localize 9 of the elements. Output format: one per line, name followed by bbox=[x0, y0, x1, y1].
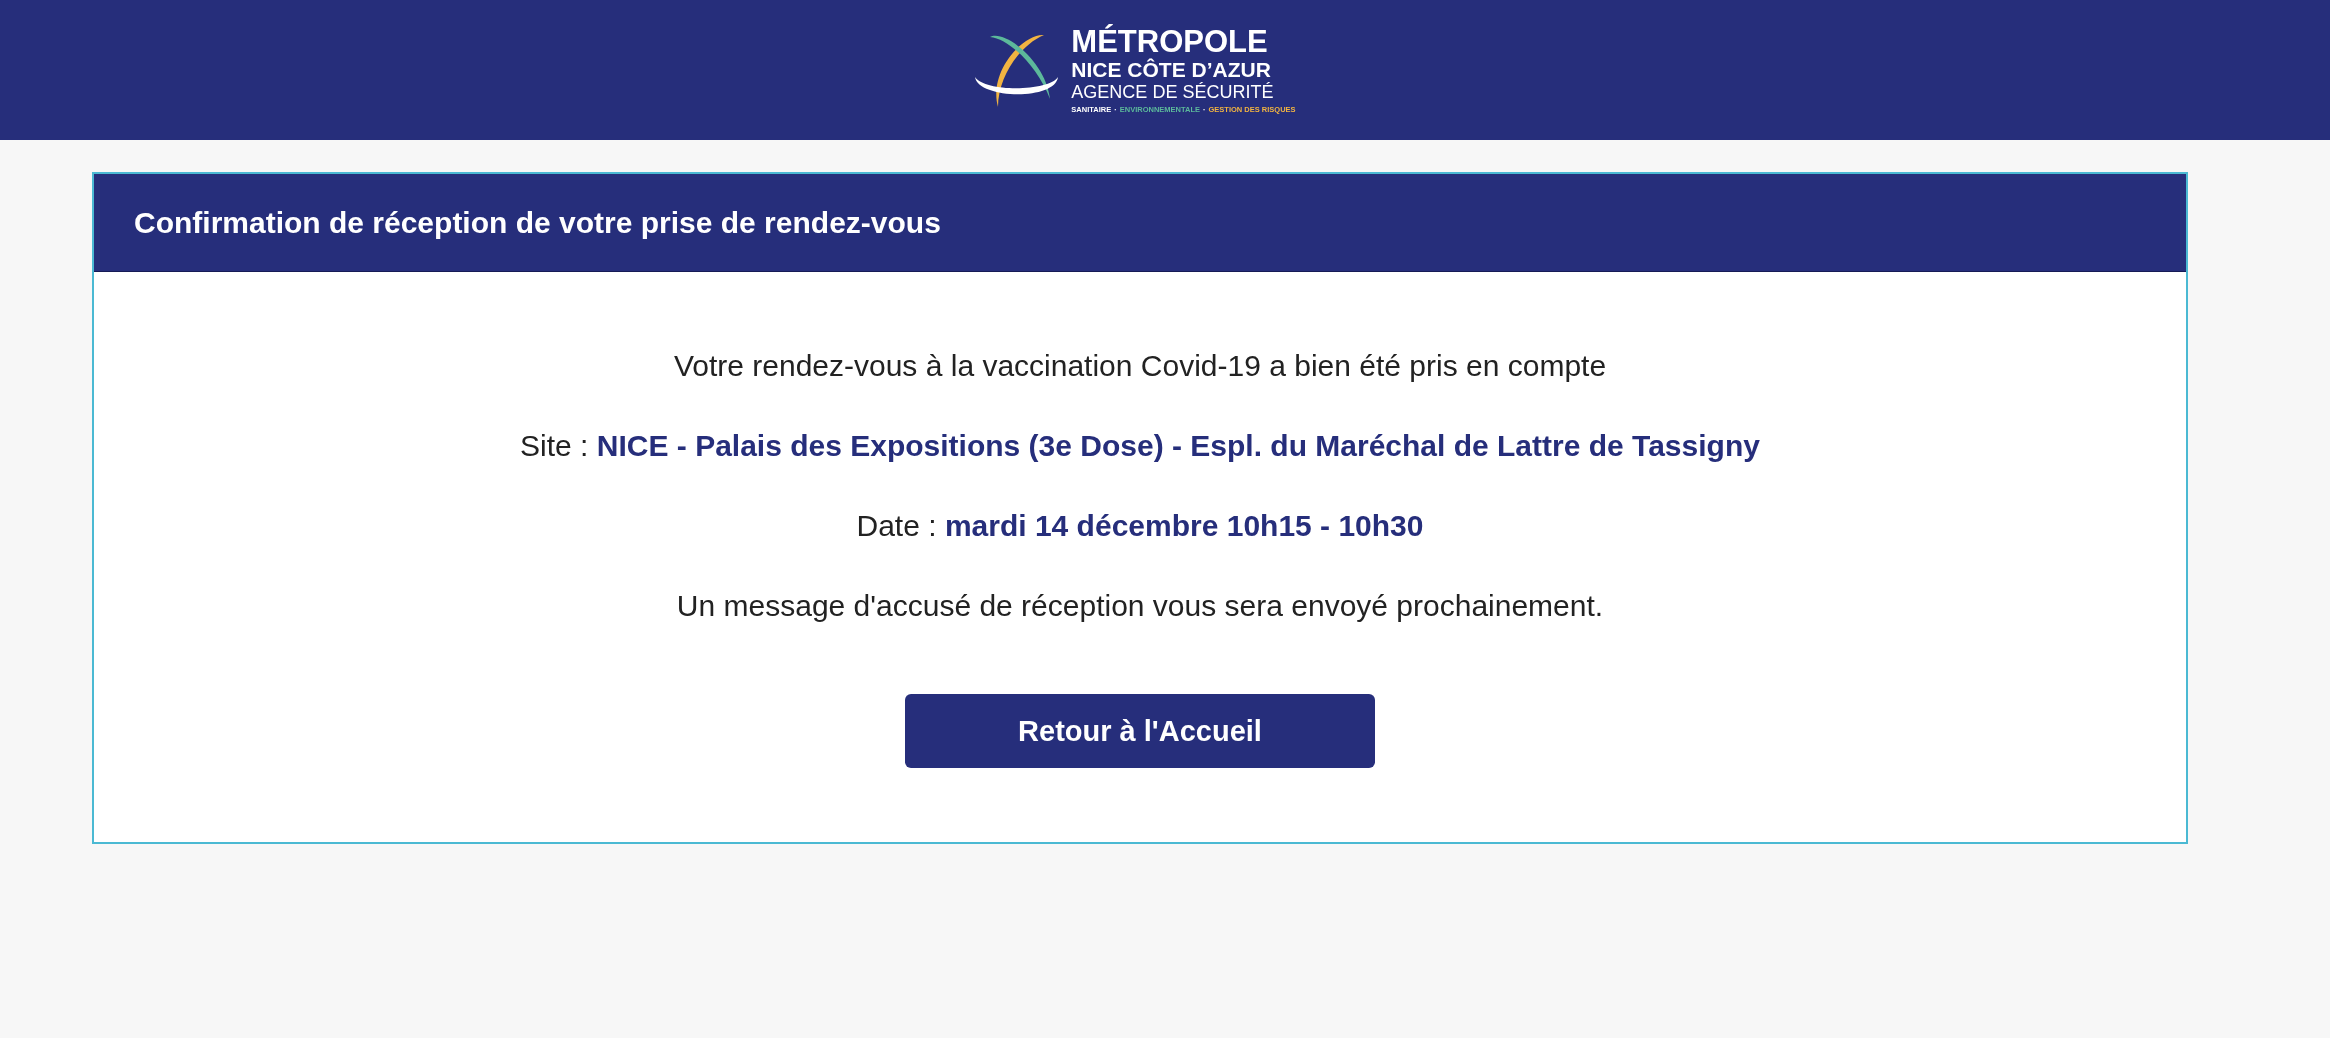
logo-subtitle: NICE CÔTE D’AZUR bbox=[1071, 58, 1271, 81]
logo-title: MÉTROPOLE bbox=[1071, 26, 1268, 58]
logo-agency-name: AGENCE DE SÉCURITÉ bbox=[1071, 81, 1274, 103]
site-line: Site : NICE - Palais des Expositions (3e Dose) - Espl. du Maréchal de Lattre de Tassigny bbox=[520, 428, 1760, 464]
date-line: Date : mardi 14 décembre 10h15 - 10h30 bbox=[856, 508, 1424, 544]
card-title: Confirmation de réception de votre prise de rendez-vous bbox=[134, 204, 941, 241]
confirmation-message: Votre rendez-vous à la vaccination Covid-19 a bien été pris en compte bbox=[673, 348, 1607, 384]
home-button[interactable]: Retour à l'Accueil bbox=[905, 694, 1375, 768]
notice-message: Un message d'accusé de réception vous sera envoyé prochainement. bbox=[676, 588, 1604, 624]
